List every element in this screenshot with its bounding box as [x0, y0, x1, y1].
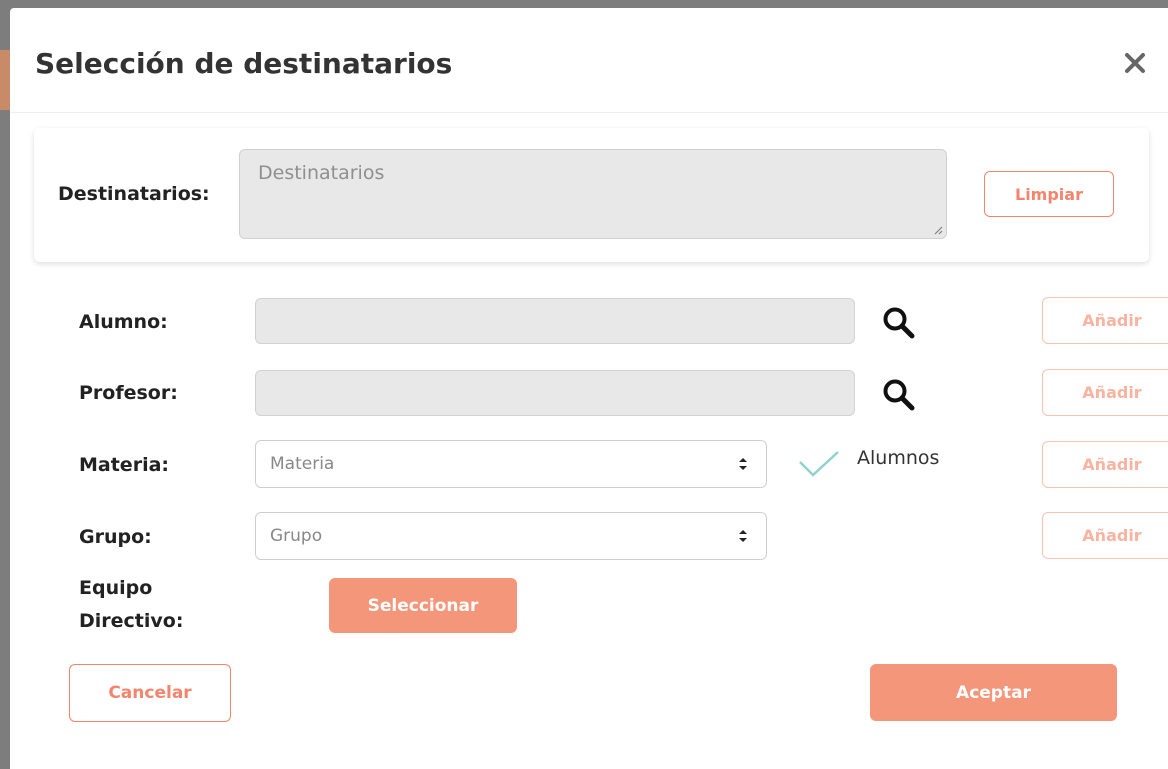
recipients-textarea[interactable]: Destinatarios [239, 149, 947, 239]
grupo-selected-value: Grupo [270, 526, 323, 546]
recipients-label: Destinatarios: [58, 183, 210, 205]
select-arrows-icon [739, 530, 747, 542]
alumno-input[interactable] [255, 298, 855, 344]
clear-button[interactable]: Limpiar [984, 171, 1114, 217]
recipients-placeholder: Destinatarios [258, 162, 385, 184]
equipo-label-line2: Directivo: [79, 610, 184, 632]
materia-select[interactable]: Materia [255, 440, 767, 488]
modal-title: Selección de destinatarios [35, 47, 453, 80]
materia-label: Materia: [79, 454, 169, 476]
grupo-select[interactable]: Grupo [255, 512, 767, 560]
materia-add-button[interactable]: Añadir [1042, 441, 1168, 488]
accept-button[interactable]: Aceptar [870, 664, 1117, 721]
select-arrows-icon [739, 458, 747, 470]
cancel-button[interactable]: Cancelar [69, 664, 231, 722]
resize-grip-icon[interactable] [933, 225, 943, 235]
checkmark-icon[interactable] [798, 450, 840, 478]
alumnos-checkbox-label[interactable]: Alumnos [857, 447, 939, 469]
recipients-modal: Selección de destinatarios Destinatarios… [10, 8, 1168, 769]
search-icon[interactable] [882, 306, 916, 340]
close-icon [1125, 53, 1145, 73]
alumno-label: Alumno: [79, 311, 168, 333]
equipo-label-line1: Equipo [79, 577, 153, 599]
recipients-card: Destinatarios: Destinatarios Limpiar [34, 128, 1149, 262]
alumno-add-button[interactable]: Añadir [1042, 297, 1168, 344]
grupo-label: Grupo: [79, 526, 152, 548]
profesor-input[interactable] [255, 370, 855, 416]
close-button[interactable] [1120, 48, 1150, 78]
grupo-add-button[interactable]: Añadir [1042, 512, 1168, 559]
select-team-button[interactable]: Seleccionar [329, 578, 517, 633]
materia-selected-value: Materia [270, 454, 335, 474]
modal-header: Selección de destinatarios [10, 8, 1168, 113]
profesor-label: Profesor: [79, 382, 178, 404]
profesor-add-button[interactable]: Añadir [1042, 369, 1168, 416]
search-icon[interactable] [882, 378, 916, 412]
